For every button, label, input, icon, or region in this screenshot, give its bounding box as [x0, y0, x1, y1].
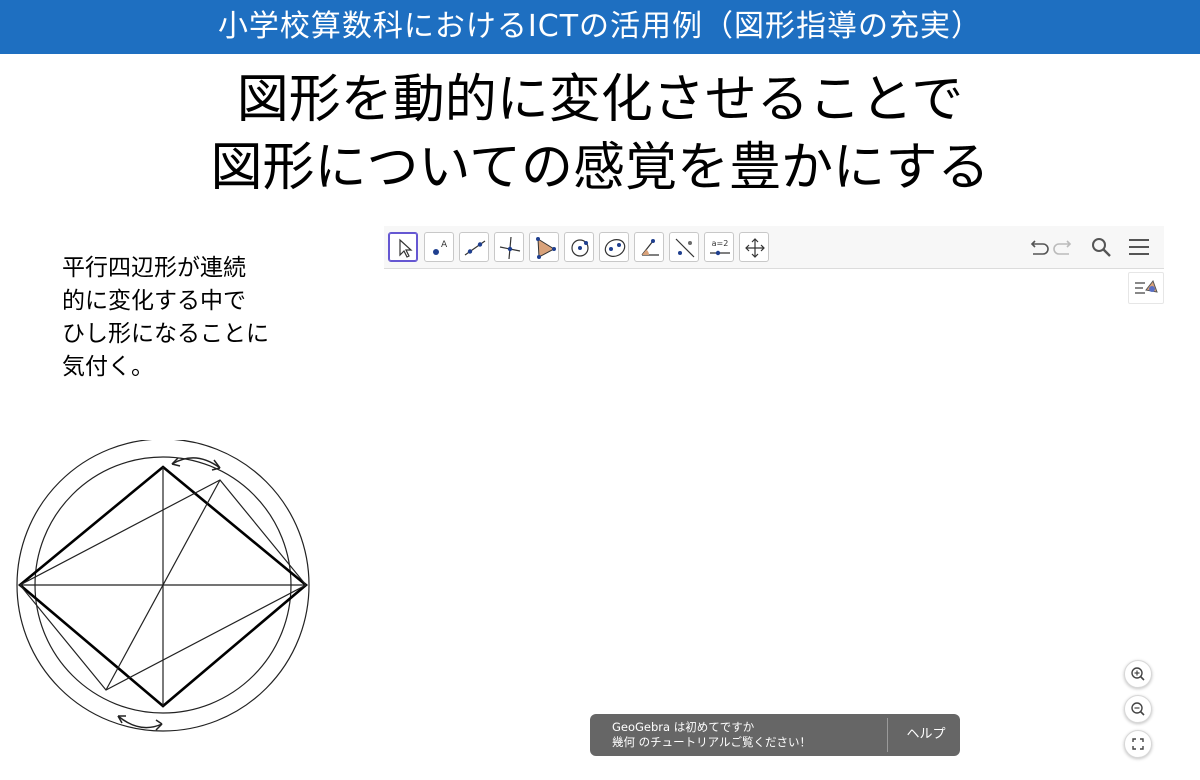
- slider-tool-icon: a=2: [710, 239, 730, 256]
- move-graphics-view-tool-icon: [745, 238, 765, 258]
- zoom-in-icon: [1131, 667, 1145, 681]
- geogebra-applet[interactable]: A a=2 GeoGebra は初めてですか 幾何 のチュートリアルご覧ください…: [384, 226, 1164, 774]
- banner-title: 小学校算数科におけるICTの活用例（図形指導の充実）: [217, 9, 983, 44]
- tutorial-toast: GeoGebra は初めてですか 幾何 のチュートリアルご覧ください！ ヘルプ: [590, 714, 960, 756]
- zoom-out-button[interactable]: [1124, 695, 1152, 723]
- toast-message: GeoGebra は初めてですか 幾何 のチュートリアルご覧ください！: [612, 720, 811, 750]
- ellipse-tool-icon: [604, 239, 626, 257]
- point-tool-icon: A: [433, 240, 448, 255]
- fullscreen-icon: [1132, 738, 1144, 750]
- undo-icon[interactable]: [1024, 234, 1050, 260]
- line-tool-icon: [464, 240, 486, 256]
- description-text: 平行四辺形が連続 的に変化する中で ひし形になることに 気付く。: [62, 252, 312, 384]
- toast-divider: [887, 718, 888, 752]
- point-tool-button[interactable]: A: [424, 232, 454, 262]
- angle-tool-icon: [641, 239, 659, 256]
- perpendicular-line-tool-icon: [499, 236, 521, 260]
- menu-icon[interactable]: [1126, 234, 1152, 260]
- description-line: 的に変化する中で: [62, 288, 246, 314]
- circle-tool-button[interactable]: [564, 232, 594, 262]
- main-title-line-1: 図形を動的に変化させることで: [236, 70, 964, 130]
- slider-tool-button[interactable]: a=2: [704, 232, 734, 262]
- angle-tool-button[interactable]: [634, 232, 664, 262]
- move-tool-button[interactable]: [388, 232, 418, 262]
- redo-icon[interactable]: [1052, 234, 1078, 260]
- geogebra-toolbar: A a=2: [384, 226, 1164, 269]
- slider-tool-label: a=2: [712, 239, 729, 248]
- main-title-line-2: 図形についての感覚を豊かにする: [210, 138, 990, 198]
- toast-line-1: GeoGebra は初めてですか: [612, 720, 755, 734]
- fullscreen-button[interactable]: [1124, 730, 1152, 758]
- move-graphics-view-tool-button[interactable]: [739, 232, 769, 262]
- polygon-tool-button[interactable]: [529, 232, 559, 262]
- toast-line-2: 幾何 のチュートリアルご覧ください！: [612, 735, 812, 749]
- reflect-tool-button[interactable]: [669, 232, 699, 262]
- main-title: 図形を動的に変化させることで 図形についての感覚を豊かにする: [0, 66, 1200, 202]
- move-tool-icon: [399, 238, 413, 258]
- line-tool-button[interactable]: [459, 232, 489, 262]
- zoom-out-icon: [1131, 702, 1145, 716]
- style-bar-icon: [1135, 279, 1158, 294]
- slide-banner: 小学校算数科におけるICTの活用例（図形指導の充実）: [0, 0, 1200, 54]
- search-icon[interactable]: [1088, 234, 1114, 260]
- description-line: 気付く。: [62, 354, 154, 380]
- polygon-tool-icon: [536, 237, 556, 259]
- perpendicular-line-tool-button[interactable]: [494, 232, 524, 262]
- rhombus-diagram: [16, 440, 310, 732]
- description-line: 平行四辺形が連続: [62, 255, 246, 281]
- svg-text:A: A: [441, 240, 448, 250]
- style-bar-toggle-button[interactable]: [1128, 272, 1164, 304]
- zoom-in-button[interactable]: [1124, 660, 1152, 688]
- ellipse-tool-button[interactable]: [599, 232, 629, 262]
- help-button[interactable]: ヘルプ: [896, 714, 956, 756]
- reflect-tool-icon: [675, 238, 695, 258]
- circle-tool-icon: [571, 239, 589, 257]
- description-line: ひし形になることに: [62, 321, 269, 347]
